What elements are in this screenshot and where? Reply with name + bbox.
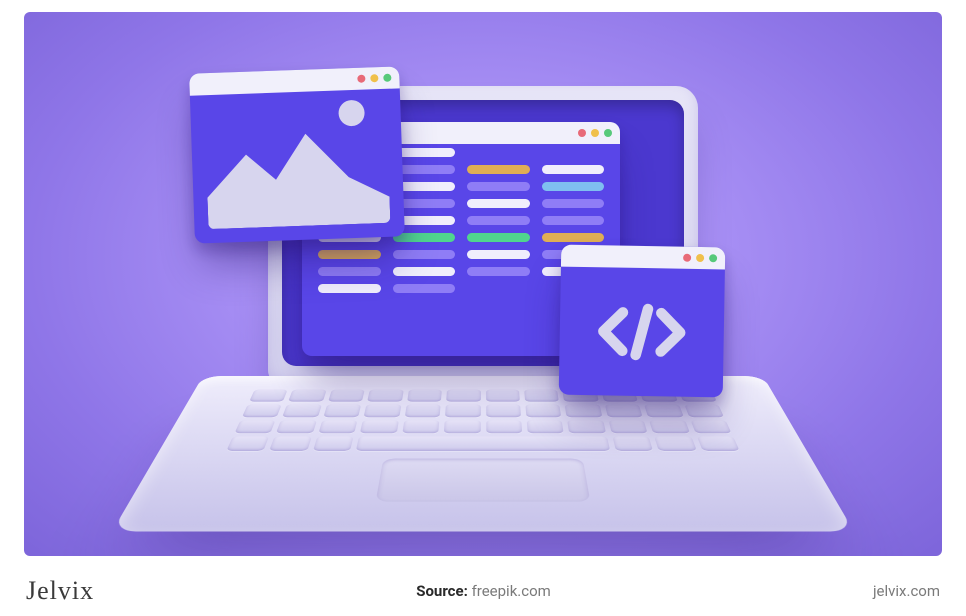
site-link: jelvix.com	[873, 582, 940, 600]
code-token	[542, 233, 605, 242]
traffic-light-close-icon	[683, 254, 691, 262]
code-token	[467, 250, 530, 259]
illustration-stage	[24, 12, 942, 556]
brand-logo: Jelvix	[26, 576, 94, 606]
laptop-trackpad	[376, 459, 591, 502]
code-token	[542, 216, 605, 225]
code-token	[393, 233, 456, 242]
code-token	[318, 250, 381, 259]
code-glyph-icon	[559, 267, 725, 398]
image-card: Jelvix Source: freepik.com jelvix.com	[0, 0, 966, 616]
traffic-light-close-icon	[357, 75, 365, 83]
code-token	[318, 284, 381, 293]
source-label: Source:	[416, 582, 468, 600]
code-token	[393, 267, 456, 276]
code-token	[467, 233, 530, 242]
source-credit: Source: freepik.com	[416, 582, 551, 600]
traffic-light-zoom-icon	[709, 254, 717, 262]
window-titlebar	[561, 245, 725, 270]
code-token	[467, 267, 530, 276]
laptop-keyboard	[226, 390, 740, 451]
code-token	[393, 284, 456, 293]
caption-bar: Jelvix Source: freepik.com jelvix.com	[0, 566, 966, 616]
image-placeholder	[204, 89, 391, 229]
traffic-light-zoom-icon	[604, 129, 612, 137]
code-token	[542, 165, 605, 174]
traffic-light-close-icon	[578, 129, 586, 137]
sun-icon	[338, 100, 365, 127]
laptop-base	[112, 376, 854, 532]
code-token	[467, 216, 530, 225]
code-tag-window	[559, 245, 726, 398]
code-token	[467, 165, 530, 174]
code-token	[542, 199, 605, 208]
traffic-light-minimize-icon	[696, 254, 704, 262]
traffic-light-minimize-icon	[591, 129, 599, 137]
code-token	[393, 250, 456, 259]
mountains-icon	[205, 118, 391, 229]
code-token	[467, 199, 530, 208]
code-token	[542, 182, 605, 191]
source-value: freepik.com	[472, 582, 551, 600]
traffic-light-zoom-icon	[383, 74, 391, 82]
code-token	[467, 182, 530, 191]
image-preview-window	[189, 66, 405, 243]
traffic-light-minimize-icon	[370, 74, 378, 82]
code-token	[318, 267, 381, 276]
